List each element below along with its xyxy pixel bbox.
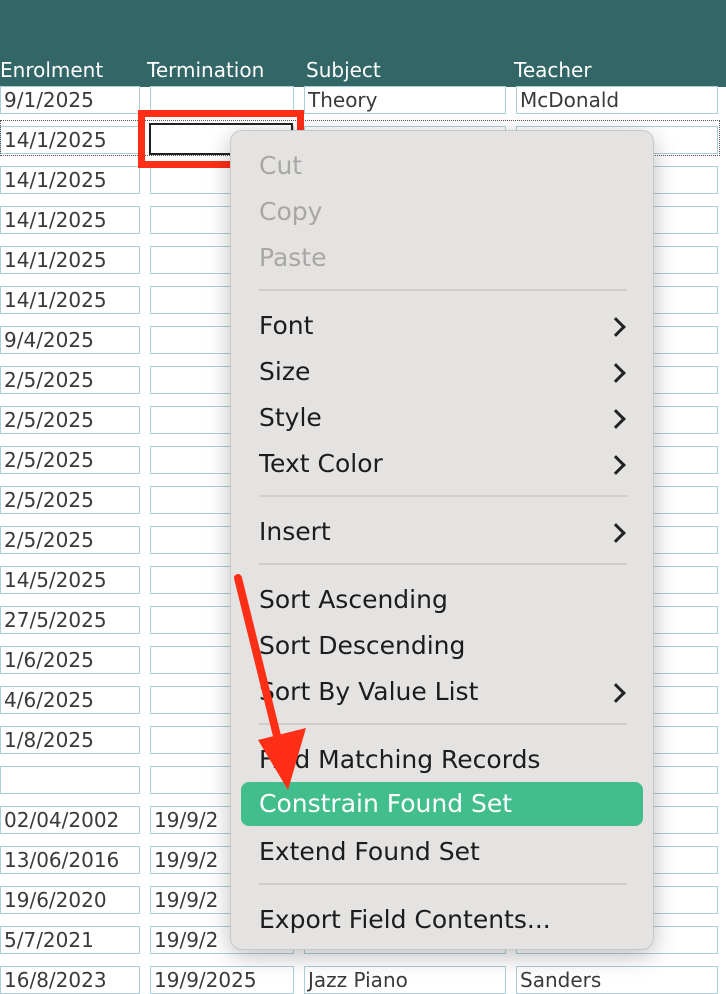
menu-item-constrain-found-set[interactable]: Constrain Found Set <box>259 789 512 819</box>
field-teacher[interactable]: Sanders <box>516 966 718 994</box>
field-subject[interactable]: Jazz Piano <box>304 966 506 994</box>
chevron-right-icon <box>606 523 626 543</box>
field-enrolment[interactable]: 13/06/2016 <box>0 846 140 874</box>
menu-separator <box>259 883 627 885</box>
field-enrolment[interactable]: 14/1/2025 <box>0 286 140 314</box>
menu-item-insert[interactable]: Insert <box>259 517 331 547</box>
menu-separator <box>259 289 627 291</box>
field-termination[interactable]: 19/9/2025 <box>150 966 294 994</box>
menu-item-extend-found-set[interactable]: Extend Found Set <box>259 837 480 867</box>
field-enrolment[interactable]: 02/04/2002 <box>0 806 140 834</box>
field-enrolment[interactable]: 4/6/2025 <box>0 686 140 714</box>
field-enrolment[interactable]: 14/5/2025 <box>0 566 140 594</box>
field-teacher[interactable]: McDonald <box>516 86 718 114</box>
field-enrolment[interactable]: 16/8/2023 <box>0 966 140 994</box>
chevron-right-icon <box>606 455 626 475</box>
menu-item-text-color[interactable]: Text Color <box>259 449 383 479</box>
field-enrolment[interactable] <box>0 766 140 794</box>
field-enrolment[interactable]: 5/7/2021 <box>0 926 140 954</box>
context-menu: Cut Copy Paste Font Size Style Text Colo… <box>230 130 654 950</box>
menu-item-export-field-contents[interactable]: Export Field Contents... <box>259 905 551 935</box>
menu-separator <box>259 495 627 497</box>
menu-item-find-matching-records[interactable]: Find Matching Records <box>259 745 540 775</box>
field-enrolment[interactable]: 2/5/2025 <box>0 446 140 474</box>
chevron-right-icon <box>606 363 626 383</box>
field-enrolment[interactable]: 19/6/2020 <box>0 886 140 914</box>
menu-item-sort-descending[interactable]: Sort Descending <box>259 631 465 661</box>
field-enrolment[interactable]: 1/8/2025 <box>0 726 140 754</box>
menu-item-copy[interactable]: Copy <box>259 197 322 227</box>
menu-separator <box>259 563 627 565</box>
chevron-right-icon <box>606 683 626 703</box>
field-subject[interactable]: Theory <box>304 86 506 114</box>
menu-item-font[interactable]: Font <box>259 311 313 341</box>
field-enrolment[interactable]: 14/1/2025 <box>0 246 140 274</box>
chevron-right-icon <box>606 409 626 429</box>
field-enrolment[interactable]: 2/5/2025 <box>0 486 140 514</box>
menu-separator <box>259 723 627 725</box>
menu-item-sort-by-value-list[interactable]: Sort By Value List <box>259 677 478 707</box>
field-enrolment[interactable]: 9/1/2025 <box>0 86 140 114</box>
field-enrolment[interactable]: 1/6/2025 <box>0 646 140 674</box>
menu-item-paste[interactable]: Paste <box>259 243 326 273</box>
field-enrolment[interactable]: 9/4/2025 <box>0 326 140 354</box>
field-enrolment[interactable]: 2/5/2025 <box>0 406 140 434</box>
menu-item-size[interactable]: Size <box>259 357 310 387</box>
chevron-right-icon <box>606 317 626 337</box>
menu-item-sort-ascending[interactable]: Sort Ascending <box>259 585 448 615</box>
field-enrolment[interactable]: 2/5/2025 <box>0 526 140 554</box>
field-enrolment[interactable]: 27/5/2025 <box>0 606 140 634</box>
field-enrolment[interactable]: 14/1/2025 <box>0 206 140 234</box>
field-enrolment[interactable]: 2/5/2025 <box>0 366 140 394</box>
field-enrolment[interactable]: 14/1/2025 <box>0 166 140 194</box>
menu-item-cut[interactable]: Cut <box>259 151 302 181</box>
menu-item-style[interactable]: Style <box>259 403 322 433</box>
